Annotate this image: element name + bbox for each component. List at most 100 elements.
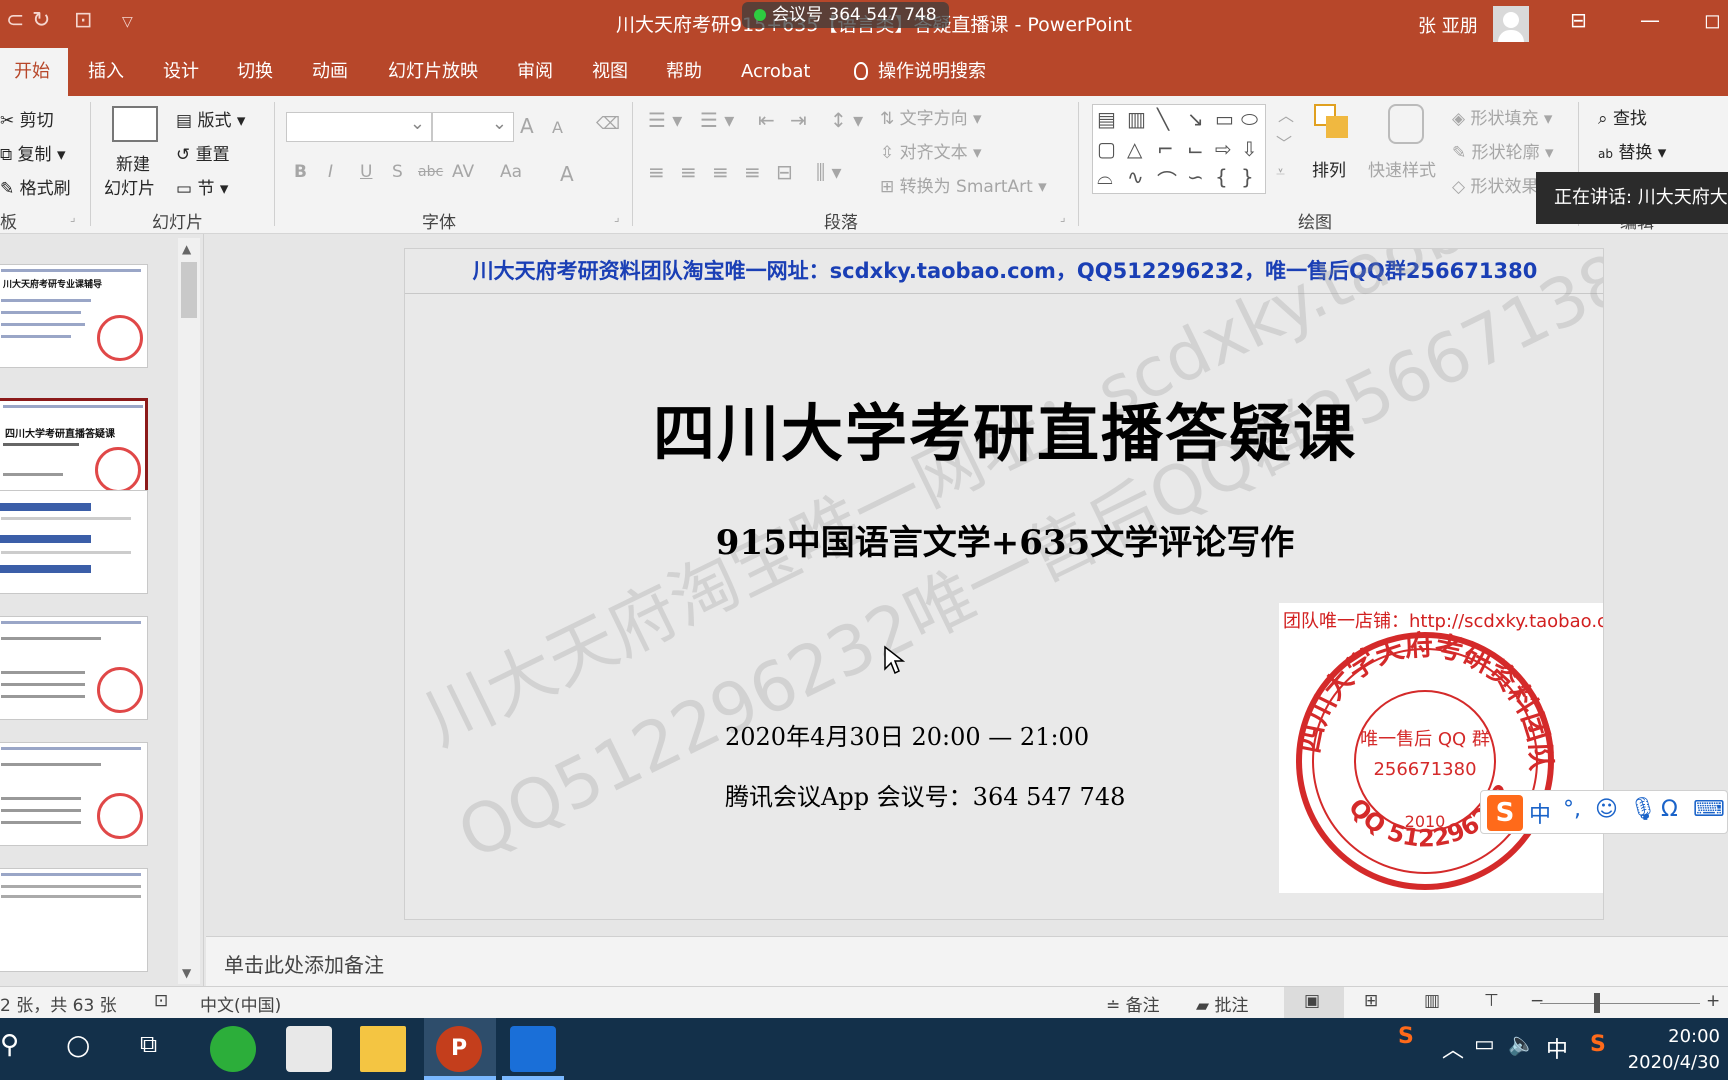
right-arrow-shape-icon[interactable]: ⇨ <box>1215 137 1232 161</box>
volume-icon[interactable]: 🔈 <box>1508 1032 1535 1057</box>
normal-view-icon[interactable]: ▣ <box>1304 991 1320 1011</box>
distributed-icon[interactable]: ⊟ <box>776 160 793 184</box>
cut-button[interactable]: ✂ 剪切 <box>0 106 54 131</box>
browser-icon[interactable] <box>210 1026 256 1072</box>
comments-button[interactable]: ▰ 批注 <box>1196 991 1248 1016</box>
present-from-start-icon[interactable]: ⊡ <box>74 8 92 33</box>
slide-thumbnail-3[interactable] <box>0 490 148 594</box>
slide-thumbnail-1[interactable]: 川大天府考研专业课辅导 <box>0 264 148 368</box>
spellcheck-icon[interactable]: ⊡ <box>154 991 168 1011</box>
slide-thumbnail-6[interactable] <box>0 868 148 972</box>
clipboard-launcher-icon[interactable]: ⌟ <box>70 210 76 224</box>
section-button[interactable]: ▭ 节 ▾ <box>176 174 228 199</box>
italic-button[interactable]: I <box>328 162 333 182</box>
slide-thumbnail-5[interactable] <box>0 742 148 846</box>
scroll-down-icon[interactable]: ▼ <box>182 966 191 980</box>
keyboard-icon[interactable]: ⌨ <box>1693 797 1725 822</box>
cortana-icon[interactable]: ○ <box>66 1028 90 1061</box>
find-button[interactable]: ⌕ 查找 <box>1598 104 1647 129</box>
grow-font-button[interactable]: A <box>520 114 534 138</box>
powerpoint-icon[interactable]: P <box>436 1026 482 1072</box>
shapes-gallery[interactable]: ▤ ▥ ╲ ↘ ▭ ⬭ ▢ △ ⌐ ⌙ ⇨ ⇩ ⌓ ∿ ⌒ ∽ { } <box>1092 104 1266 194</box>
search-icon[interactable]: ⚲ <box>0 1030 19 1060</box>
gallery-up-icon[interactable]: ︿ <box>1278 102 1294 126</box>
align-text-button[interactable]: ⇳ 对齐文本 ▾ <box>880 138 982 163</box>
ime-punct-button[interactable]: °, <box>1563 797 1581 822</box>
scribble-shape-icon[interactable]: ∿ <box>1127 165 1144 189</box>
zoom-slider-track[interactable] <box>1540 1003 1700 1004</box>
arc-shape-icon[interactable]: ⌒ <box>1157 165 1177 194</box>
left-brace-shape-icon[interactable]: { <box>1215 165 1228 189</box>
freeform-shape-icon[interactable]: ⌓ <box>1097 165 1113 189</box>
down-arrow-shape-icon[interactable]: ⇩ <box>1241 137 1258 161</box>
font-launcher-icon[interactable]: ⌟ <box>614 210 620 224</box>
arrange-button[interactable]: 排列 <box>1306 102 1362 202</box>
redo-icon[interactable]: ↻ <box>32 8 50 33</box>
triangle-shape-icon[interactable]: △ <box>1127 137 1142 161</box>
char-spacing-button[interactable]: AV <box>452 162 474 182</box>
language-indicator[interactable]: 中文(中国) <box>200 991 281 1016</box>
zoom-in-button[interactable]: + <box>1706 991 1720 1011</box>
tab-insert[interactable]: 插入 <box>88 48 124 96</box>
notes-toggle-button[interactable]: ≐ 备注 <box>1106 991 1160 1016</box>
battery-icon[interactable]: ▭ <box>1474 1032 1495 1057</box>
tab-animations[interactable]: 动画 <box>312 48 348 96</box>
format-painter-button[interactable]: ✎ 格式刷 <box>0 174 71 199</box>
line-shape-icon[interactable]: ╲ <box>1157 107 1169 131</box>
zoom-slider-knob[interactable] <box>1594 993 1600 1013</box>
rounded-rect-shape-icon[interactable]: ▢ <box>1097 137 1116 161</box>
ribbon-display-icon[interactable]: ⊟ <box>1570 8 1587 32</box>
emoji-icon[interactable]: ☺ <box>1595 797 1618 822</box>
ime-mode-button[interactable]: 中 <box>1529 797 1551 829</box>
rectangle-shape-icon[interactable]: ▭ <box>1215 107 1234 131</box>
save-icon[interactable]: ⊂ <box>6 8 24 33</box>
sogou-logo-icon[interactable]: S <box>1487 795 1523 831</box>
tell-me-search[interactable]: 操作说明搜索 <box>854 48 986 96</box>
reading-view-icon[interactable]: ▥ <box>1424 991 1440 1011</box>
arrow-line-shape-icon[interactable]: ↘ <box>1187 107 1204 131</box>
font-color-button[interactable]: A <box>560 162 574 186</box>
elbow-connector-shape-icon[interactable]: ⌐ <box>1157 137 1174 161</box>
avatar[interactable] <box>1493 6 1529 42</box>
gallery-more-icon[interactable]: ⩡ <box>1276 162 1285 182</box>
oval-shape-icon[interactable]: ⬭ <box>1241 107 1258 131</box>
shrink-font-button[interactable]: A <box>552 118 563 137</box>
show-hidden-icons[interactable]: ︿ <box>1442 1032 1464 1064</box>
slide-thumbnail-2[interactable]: 四川大学考研直播答疑课 <box>0 398 148 502</box>
paragraph-launcher-icon[interactable]: ⌟ <box>1060 210 1066 224</box>
text-direction-button[interactable]: ⇅ 文字方向 ▾ <box>880 104 982 129</box>
user-name[interactable]: 张 亚朋 <box>1418 12 1478 38</box>
tab-design[interactable]: 设计 <box>163 48 199 96</box>
elbow-arrow-shape-icon[interactable]: ⌙ <box>1187 137 1204 161</box>
increase-indent-icon[interactable]: ⇥ <box>790 108 807 132</box>
gallery-down-icon[interactable]: ﹀ <box>1276 130 1292 154</box>
task-view-icon[interactable]: ⧉ <box>140 1030 157 1058</box>
slide-sorter-icon[interactable]: ⊞ <box>1364 991 1378 1011</box>
shadow-button[interactable]: S <box>392 162 403 182</box>
vertical-textbox-shape-icon[interactable]: ▥ <box>1127 107 1146 131</box>
scroll-thumb[interactable] <box>181 262 197 318</box>
strikethrough-button[interactable]: abc <box>418 164 443 180</box>
notes-pane[interactable]: 单击此处添加备注 <box>206 936 1728 986</box>
zoom-out-button[interactable]: − <box>1530 991 1544 1011</box>
notes-placeholder[interactable]: 单击此处添加备注 <box>224 949 384 978</box>
line-spacing-icon[interactable]: ↕ ▾ <box>830 108 863 132</box>
slide-meeting-info[interactable]: 腾讯会议App 会议号：364 547 748 <box>725 777 1125 812</box>
layout-button[interactable]: ▤ 版式 ▾ <box>176 106 245 131</box>
align-left-icon[interactable]: ≡ <box>648 160 665 184</box>
justify-icon[interactable]: ≡ <box>744 160 761 184</box>
shape-effects-button[interactable]: ◇ 形状效果 <box>1452 172 1538 197</box>
reset-button[interactable]: ↺ 重置 <box>176 140 230 165</box>
shape-outline-button[interactable]: ✎ 形状轮廓 ▾ <box>1452 138 1554 163</box>
decrease-indent-icon[interactable]: ⇤ <box>758 108 775 132</box>
minimize-icon[interactable]: — <box>1640 8 1660 32</box>
slide-date[interactable]: 2020年4月30日 20:00 — 21:00 <box>725 717 1089 752</box>
quick-styles-button[interactable]: 快速样式 <box>1366 102 1450 202</box>
font-size-combo[interactable] <box>432 112 514 142</box>
align-right-icon[interactable]: ≡ <box>712 160 729 184</box>
bullets-icon[interactable]: ☰ ▾ <box>648 108 682 132</box>
slide-subtitle[interactable]: 915中国语言文学+635文学评论写作 <box>405 515 1603 564</box>
slide-canvas[interactable]: 川大天府考研资料团队淘宝唯一网址：scdxky.taobao.com，QQ512… <box>404 248 1604 920</box>
tencent-meeting-icon[interactable] <box>510 1026 556 1072</box>
tab-home[interactable]: 开始 <box>0 48 68 96</box>
